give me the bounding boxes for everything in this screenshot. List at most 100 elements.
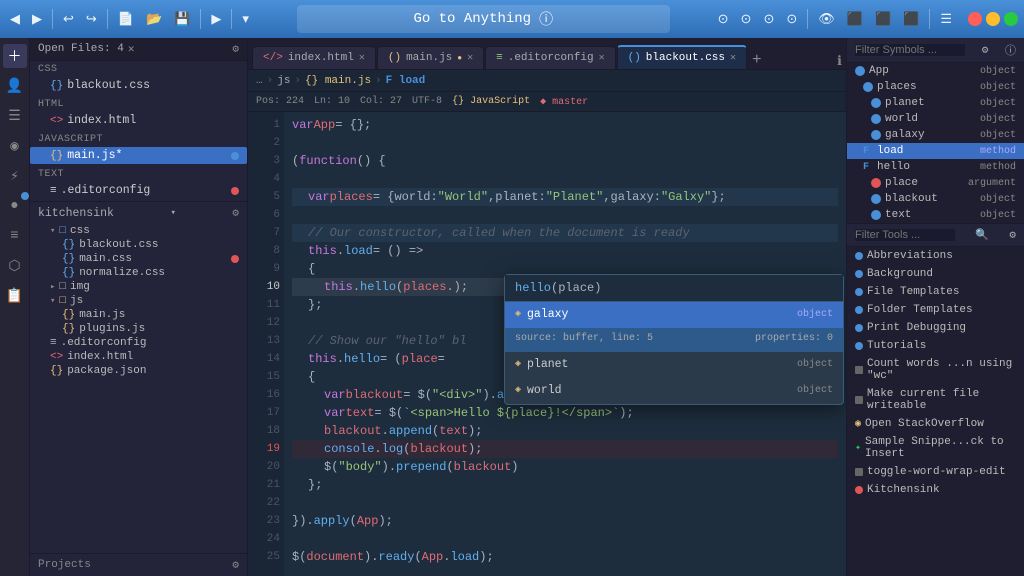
activity-menu[interactable]: ≡	[3, 224, 27, 248]
project-header[interactable]: kitchensink ▾ ⚙	[30, 201, 247, 224]
open-files-close[interactable]: ✕	[128, 42, 135, 56]
symbol-blackout[interactable]: blackout object	[847, 191, 1024, 207]
tool-file-templates[interactable]: File Templates	[847, 283, 1024, 301]
tree-plugins-js[interactable]: {} plugins.js	[30, 322, 247, 336]
tab-close-index-html[interactable]: ✕	[359, 52, 365, 64]
minimize-light[interactable]	[986, 12, 1000, 26]
tab-editorconfig[interactable]: ≡ .editorconfig ✕	[485, 46, 615, 69]
save-button[interactable]: 💾	[170, 9, 194, 29]
tab-index-html[interactable]: </> index.html ✕	[252, 46, 376, 69]
breadcrumb-js[interactable]: js	[277, 75, 290, 87]
layout-btn-1[interactable]: ⬛	[843, 9, 867, 29]
tree-editorconfig[interactable]: ≡ .editorconfig	[30, 336, 247, 350]
activity-search[interactable]: ◉	[3, 134, 27, 158]
back-button[interactable]: ◀	[6, 9, 24, 29]
breadcrumb-main-js[interactable]: {} main.js	[305, 75, 371, 87]
status-syntax[interactable]: {} JavaScript	[452, 96, 530, 107]
tree-main-js[interactable]: {} main.js	[30, 308, 247, 322]
open-files-gear[interactable]: ⚙	[232, 42, 239, 56]
goto-bar[interactable]: Go to Anything ⓘ	[297, 5, 670, 33]
tree-index-html[interactable]: <> index.html	[30, 350, 247, 364]
activity-clipboard[interactable]: 📋	[3, 284, 27, 308]
tree-main-css[interactable]: {} main.css	[30, 252, 247, 266]
ac-item-galaxy[interactable]: ◈ galaxy object	[505, 302, 843, 328]
tab-close-blackout-css[interactable]: ✕	[730, 52, 736, 64]
preview-button[interactable]: 👁	[814, 9, 839, 29]
tools-search[interactable]: 🔍	[975, 228, 989, 242]
tool-stackoverflow[interactable]: ◉ Open StackOverflow	[847, 415, 1024, 433]
tool-abbreviations[interactable]: Abbreviations	[847, 247, 1024, 265]
tool-make-writable[interactable]: Make current file writeable	[847, 385, 1024, 415]
open-button[interactable]: 📂	[142, 9, 166, 29]
tool-sample-snippet[interactable]: ✦ Sample Snippe...ck to Insert	[847, 433, 1024, 463]
close-light[interactable]	[968, 12, 982, 26]
view-btn-2[interactable]: ⊙	[737, 9, 756, 29]
symbol-hello[interactable]: F hello method	[847, 159, 1024, 175]
tab-blackout-css[interactable]: () blackout.css ✕	[617, 45, 747, 69]
layout-btn-3[interactable]: ⬛	[899, 9, 923, 29]
activity-dot[interactable]: ●	[3, 194, 27, 218]
symbol-world[interactable]: world object	[847, 111, 1024, 127]
symbol-load[interactable]: F load method	[847, 143, 1024, 159]
symbol-app[interactable]: App object	[847, 63, 1024, 79]
layout-btn-2[interactable]: ⬛	[871, 9, 895, 29]
tree-normalize-css[interactable]: {} normalize.css	[30, 266, 247, 280]
new-file-button[interactable]: 📄	[114, 9, 138, 29]
project-gear[interactable]: ⚙	[232, 206, 239, 220]
tool-background[interactable]: Background	[847, 265, 1024, 283]
file-item-main-js[interactable]: {} main.js*	[30, 147, 247, 164]
tool-kitchensink[interactable]: Kitchensink	[847, 481, 1024, 499]
file-item-blackout-css[interactable]: {} blackout.css	[30, 77, 247, 94]
tree-img-folder[interactable]: ▸ □ img	[30, 280, 247, 294]
maximize-light[interactable]	[1004, 12, 1018, 26]
tool-tutorials[interactable]: Tutorials	[847, 337, 1024, 355]
activity-list[interactable]: ☰	[3, 104, 27, 128]
symbol-galaxy[interactable]: galaxy object	[847, 127, 1024, 143]
breadcrumb-load[interactable]: F load	[386, 75, 426, 87]
tree-css-folder[interactable]: ▾ □ css	[30, 224, 247, 238]
file-item-editorconfig[interactable]: ≡ .editorconfig	[30, 182, 247, 199]
projects-gear[interactable]: ⚙	[232, 558, 239, 572]
tab-main-js[interactable]: () main.js ● ✕	[377, 46, 484, 69]
symbol-text[interactable]: text object	[847, 207, 1024, 223]
symbol-place[interactable]: place argument	[847, 175, 1024, 191]
filter-symbols-input[interactable]	[855, 44, 965, 56]
view-btn-3[interactable]: ⊙	[759, 9, 778, 29]
undo-button[interactable]: ↩	[59, 9, 78, 29]
view-btn-4[interactable]: ⊙	[782, 9, 801, 29]
view-btn-1[interactable]: ⊙	[714, 9, 733, 29]
filter-tools-input[interactable]	[855, 229, 955, 241]
code-area[interactable]: var App = {}; (function() { ⚡var places …	[284, 112, 846, 576]
run-button[interactable]: ▶	[207, 9, 225, 29]
tab-close-editorconfig[interactable]: ✕	[599, 52, 605, 64]
tree-package-json[interactable]: {} package.json	[30, 364, 247, 378]
symbols-info[interactable]: ⓘ	[1005, 42, 1016, 58]
tools-gear[interactable]: ⚙	[1009, 228, 1016, 242]
tree-js-folder[interactable]: ▾ □ js	[30, 294, 247, 308]
tab-close-main-js[interactable]: ✕	[467, 52, 473, 64]
ac-item-planet[interactable]: ◈ planet object	[505, 352, 843, 378]
symbol-places[interactable]: places object	[847, 79, 1024, 95]
status-branch[interactable]: ◆ master	[540, 96, 588, 108]
tool-count-words[interactable]: Count words ...n using "wc"	[847, 355, 1024, 385]
file-item-index-html[interactable]: <> index.html	[30, 112, 247, 129]
ac-item-world[interactable]: ◈ world object	[505, 378, 843, 404]
panel-info-icon[interactable]: ℹ	[837, 54, 842, 69]
tool-toggle-wrap[interactable]: toggle-word-wrap-edit	[847, 463, 1024, 481]
status-encoding[interactable]: UTF-8	[412, 96, 442, 107]
symbols-gear[interactable]: ⚙	[982, 43, 989, 57]
activity-new[interactable]: ＋	[3, 44, 27, 68]
tool-print-debugging[interactable]: Print Debugging	[847, 319, 1024, 337]
symbol-planet[interactable]: planet object	[847, 95, 1024, 111]
more-button[interactable]: ▾	[238, 9, 253, 29]
activity-user[interactable]: 👤	[3, 74, 27, 98]
tree-blackout-css[interactable]: {} blackout.css	[30, 238, 247, 252]
menu-button[interactable]: ☰	[936, 9, 956, 29]
tool-folder-templates[interactable]: Folder Templates	[847, 301, 1024, 319]
tab-add-button[interactable]: +	[748, 51, 766, 69]
activity-lightning[interactable]: ⚡	[3, 164, 27, 188]
forward-button[interactable]: ▶	[28, 9, 46, 29]
redo-button[interactable]: ↪	[82, 9, 101, 29]
file-group-html-label: HTML	[30, 96, 247, 112]
activity-hex[interactable]: ⬡	[3, 254, 27, 278]
